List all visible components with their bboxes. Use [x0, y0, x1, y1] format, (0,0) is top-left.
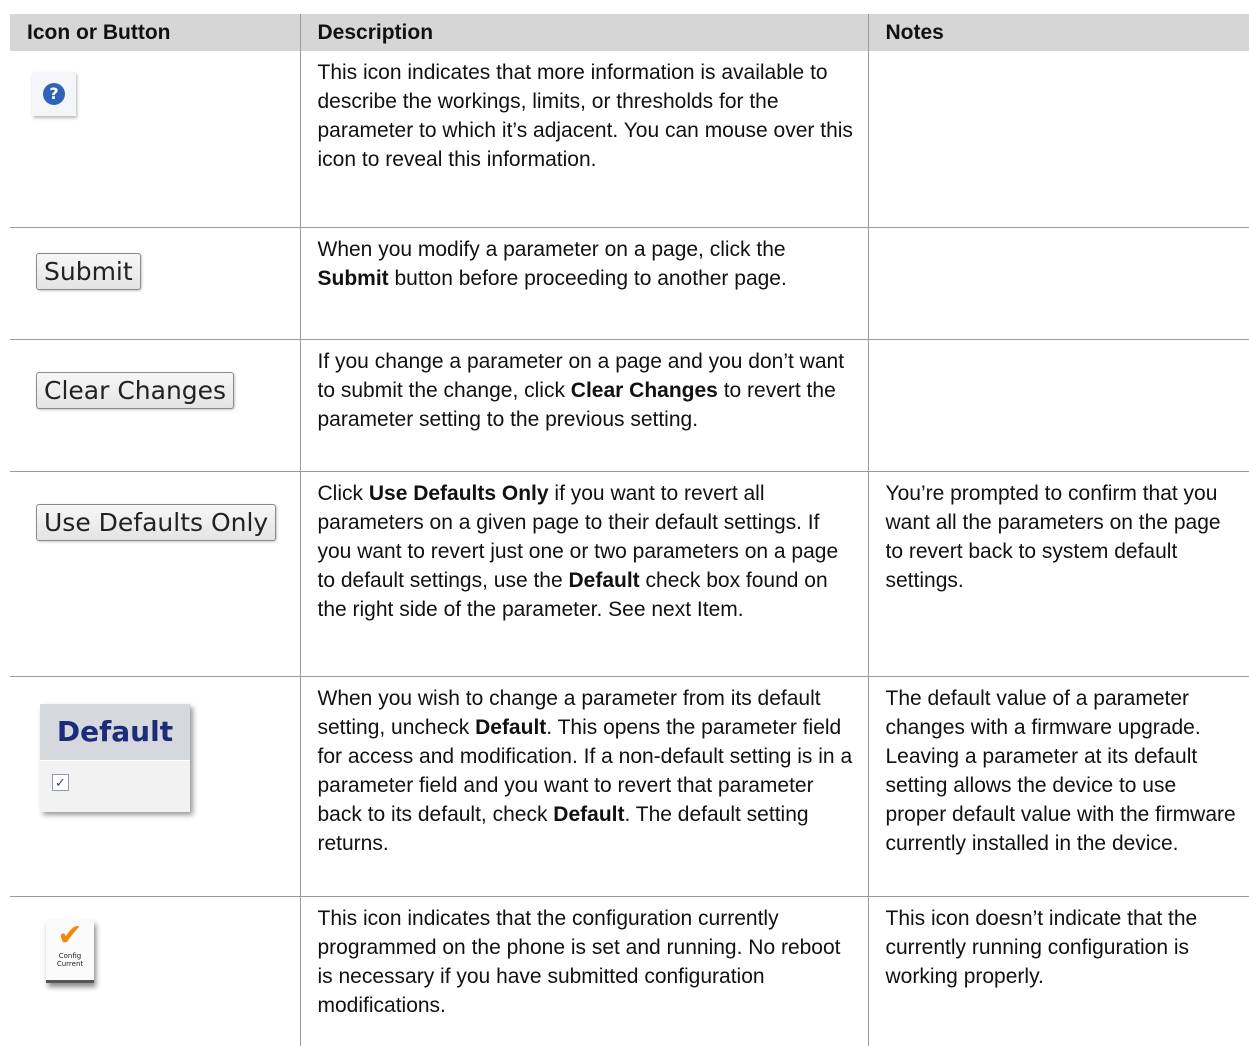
help-icon-image: ?	[32, 72, 76, 116]
description-cell: This icon indicates that more informatio…	[299, 51, 868, 228]
config-current-line1: Config	[58, 951, 82, 960]
header-description: Description	[299, 14, 868, 51]
question-mark-icon: ?	[43, 83, 65, 105]
checkbox-checked-icon: ✓	[52, 773, 69, 791]
description-text: button before proceeding to another page…	[388, 266, 787, 290]
notes-cell	[867, 227, 1249, 340]
clear-changes-button-image: Clear Changes	[36, 371, 235, 409]
notes-cell	[867, 51, 1249, 228]
icon-cell: ✔ Config Current	[10, 896, 300, 1046]
table-row: ✔ Config Current This icon indicates tha…	[10, 896, 1249, 1046]
table-header-row: Icon or Button Description Notes	[10, 14, 1249, 51]
table-row: Submit When you modify a parameter on a …	[10, 227, 1249, 340]
description-cell: If you change a parameter on a page and …	[299, 339, 868, 472]
description-cell: Click Use Defaults Only if you want to r…	[299, 471, 868, 677]
notes-cell: The default value of a parameter changes…	[867, 676, 1249, 897]
icon-cell: ?	[10, 51, 300, 228]
description-text: When you modify a parameter on a page, c…	[317, 237, 786, 261]
notes-cell: You’re prompted to confirm that you want…	[867, 471, 1249, 677]
description-bold: Default	[475, 715, 547, 739]
table-row: Clear Changes If you change a parameter …	[10, 339, 1249, 472]
icon-cell: Default ✓	[10, 676, 300, 897]
table-row: ? This icon indicates that more informat…	[10, 51, 1249, 228]
description-bold: Default	[568, 568, 640, 592]
description-bold: Use Defaults Only	[368, 481, 549, 505]
icon-cell: Submit	[10, 227, 300, 340]
description-cell: This icon indicates that the configurati…	[299, 896, 868, 1046]
orange-check-icon: ✔	[57, 917, 83, 953]
description-bold: Clear Changes	[570, 378, 718, 402]
notes-cell	[867, 339, 1249, 472]
table-row: Default ✓ When you wish to change a para…	[10, 676, 1249, 897]
default-checkbox-image: Default ✓	[40, 703, 190, 812]
notes-cell: This icon doesn’t indicate that the curr…	[867, 896, 1249, 1046]
default-label: Default	[40, 703, 190, 761]
config-current-icon: ✔ Config Current	[46, 917, 94, 983]
icon-cell: Use Defaults Only	[10, 471, 300, 677]
description-bold: Default	[553, 802, 625, 826]
table-row: Use Defaults Only Click Use Defaults Onl…	[10, 471, 1249, 677]
icon-cell: Clear Changes	[10, 339, 300, 472]
description-cell: When you modify a parameter on a page, c…	[299, 227, 868, 340]
header-notes: Notes	[867, 14, 1249, 51]
icon-reference-table: Icon or Button Description Notes ? This …	[10, 14, 1249, 1046]
description-cell: When you wish to change a parameter from…	[299, 676, 868, 897]
config-current-line2: Current	[56, 959, 84, 968]
submit-button-image: Submit	[36, 252, 141, 290]
use-defaults-only-button-image: Use Defaults Only	[36, 503, 277, 541]
description-text: Click	[317, 481, 369, 505]
description-bold: Submit	[317, 266, 389, 290]
header-icon-or-button: Icon or Button	[10, 14, 300, 51]
